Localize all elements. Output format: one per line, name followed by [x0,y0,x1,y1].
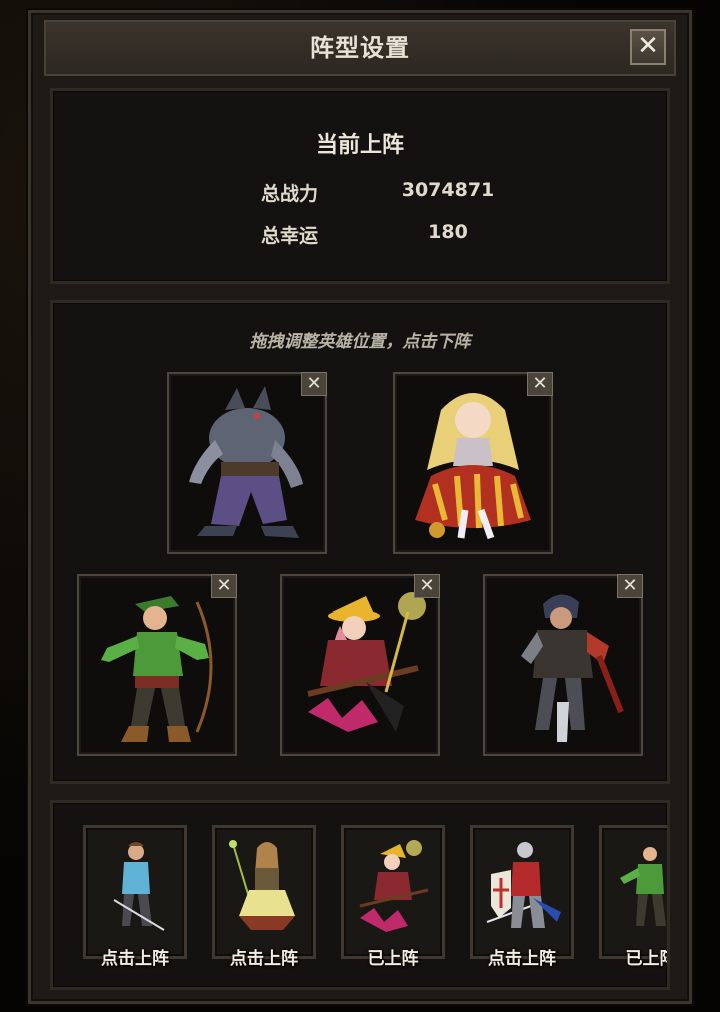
title-bar: 阵型设置 ✕ [44,20,676,76]
formation-slot-werewolf[interactable]: ✕ [167,372,327,554]
shield-knight-portrait [486,842,561,928]
golden-princess-portrait [415,393,531,540]
formation-area: 拖拽调整英雄位置，点击下阵 ✕ ✕ ✕ ✕ ✕ [50,300,670,784]
roster-card-status[interactable]: 点击上阵 [463,944,581,969]
roster-card-staff-mage[interactable]: 点击上阵 [212,825,316,969]
remove-werewolf-button[interactable]: ✕ [301,372,327,396]
roster-card-blue-swordsman[interactable]: 点击上阵 [83,825,187,969]
close-button[interactable]: ✕ [630,29,666,65]
total-power-value: 3074871 [401,179,495,201]
werewolf-portrait [189,386,303,538]
hero-roster: 点击上阵 点击上阵 已上阵 点击上阵 已上 [50,800,670,990]
green-archer-portrait [101,596,213,742]
roster-card-shield-knight[interactable]: 点击上阵 [470,825,574,969]
witch-portrait [359,840,429,932]
blue-swordsman-portrait [113,842,165,931]
formation-slot-dark-swordsman[interactable]: ✕ [483,574,643,756]
formation-slot-green-archer[interactable]: ✕ [77,574,237,756]
close-icon: ✕ [637,31,659,61]
roster-card-status[interactable]: 已上阵 [592,944,668,969]
remove-dark-swordsman-button[interactable]: ✕ [617,574,643,598]
roster-card-status[interactable]: 点击上阵 [76,944,194,969]
remove-golden-princess-button[interactable]: ✕ [527,372,553,396]
formation-slot-witch[interactable]: ✕ [280,574,440,756]
roster-card-witch[interactable]: 已上阵 [341,825,445,969]
total-luck-label: 总幸运 [261,225,319,247]
dark-swordsman-portrait [521,594,624,742]
roster-card-status[interactable]: 点击上阵 [205,944,323,969]
witch-portrait [307,592,426,732]
total-luck-value: 180 [428,221,468,243]
formation-hint: 拖拽调整英雄位置，点击下阵 [249,332,471,352]
formation-slot-golden-princess[interactable]: ✕ [393,372,553,554]
roster-card-status[interactable]: 已上阵 [334,944,452,969]
total-power-label: 总战力 [261,183,319,205]
staff-mage-portrait [229,840,295,930]
lineup-heading: 当前上阵 [315,133,404,158]
green-archer-portrait [620,847,666,926]
roster-card-green-archer[interactable]: 已上阵 [599,825,667,969]
window-title: 阵型设置 [310,34,410,62]
remove-witch-button[interactable]: ✕ [414,574,440,598]
remove-green-archer-button[interactable]: ✕ [211,574,237,598]
lineup-summary: 当前上阵 总战力 3074871 总幸运 180 [50,88,670,284]
